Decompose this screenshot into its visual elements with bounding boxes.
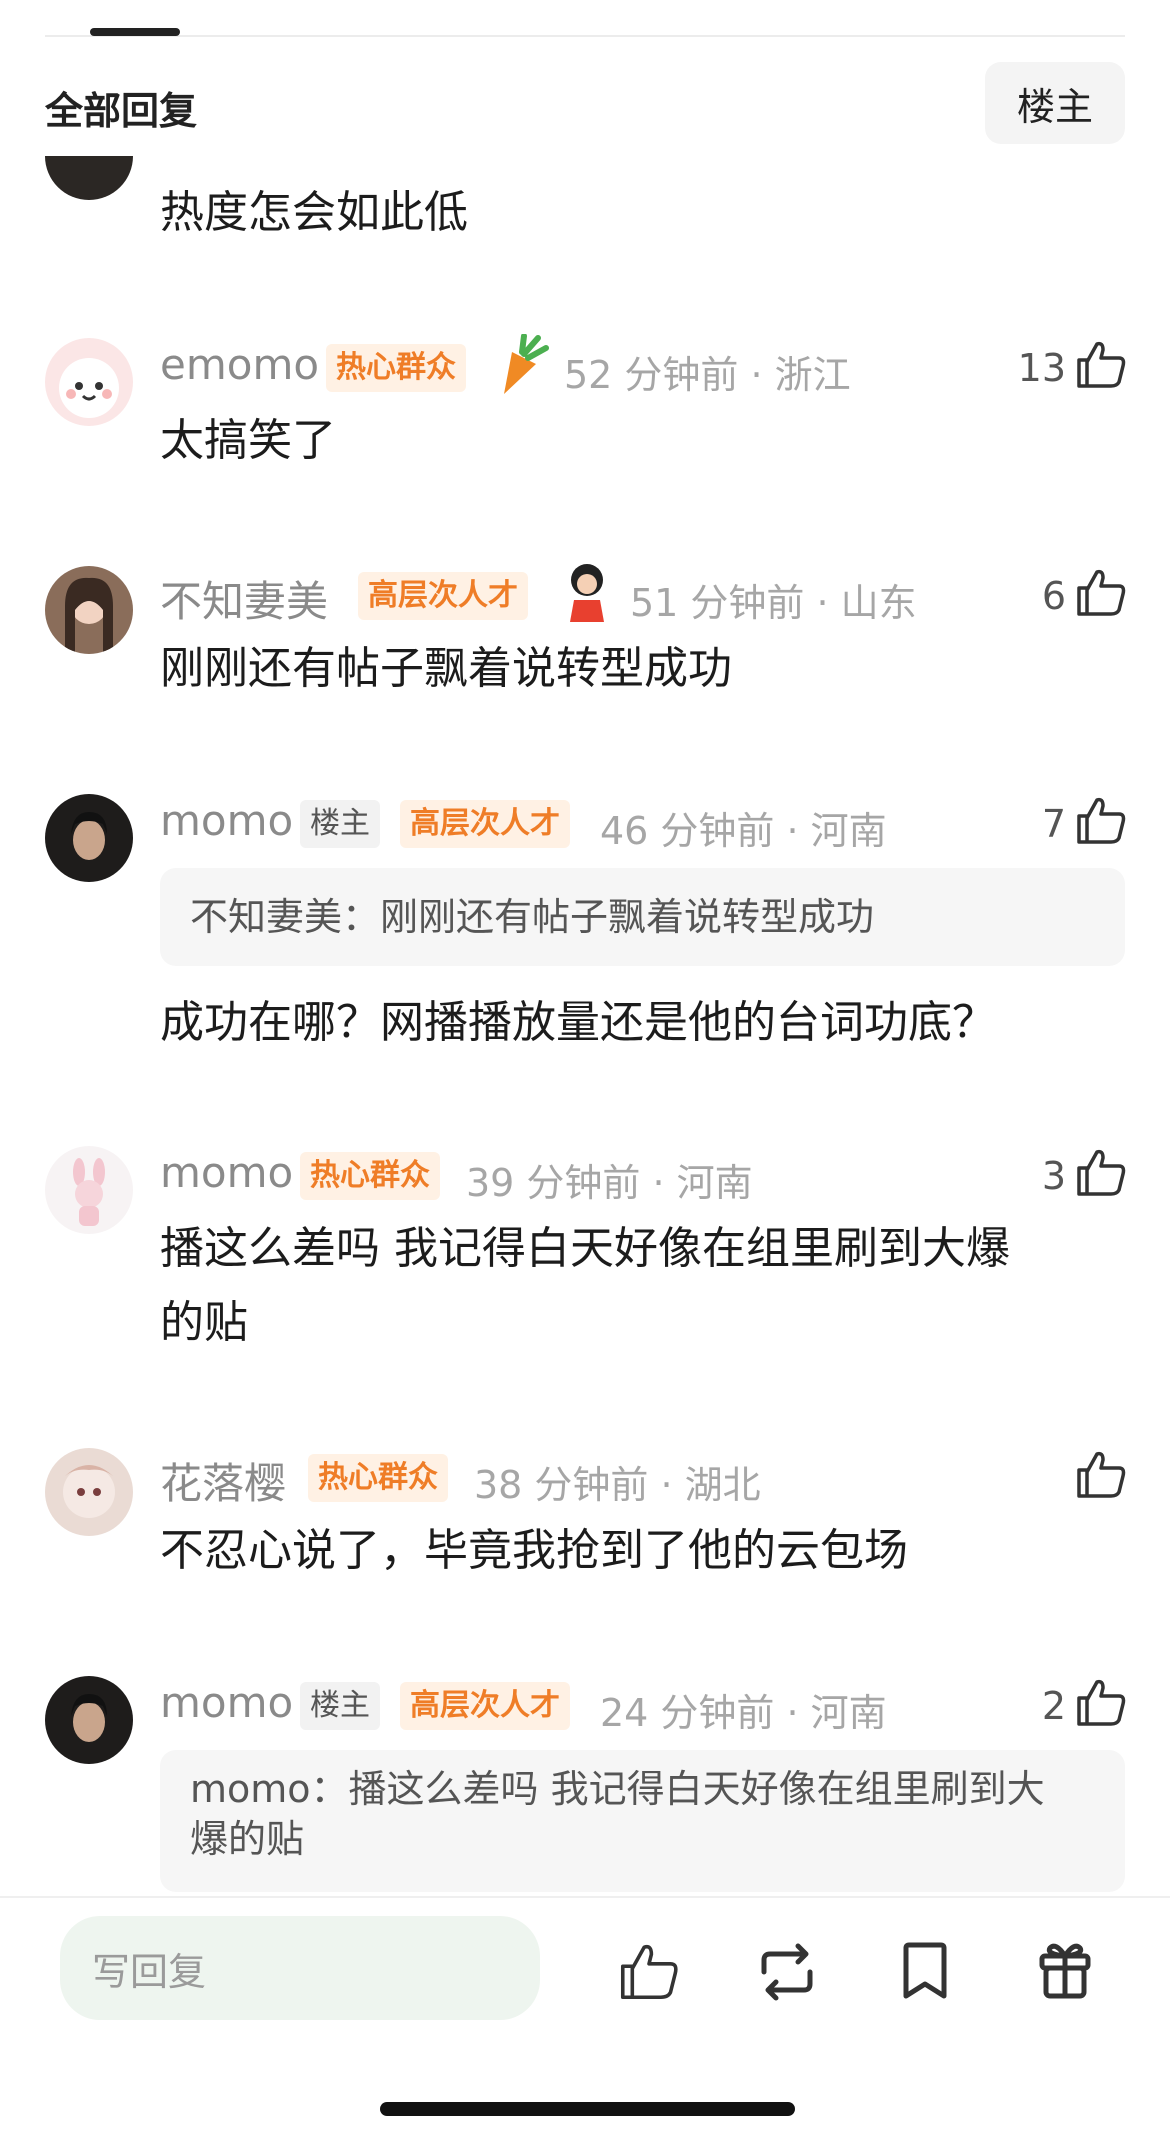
bottom-bar-divider <box>0 1896 1170 1898</box>
time-location: 46 分钟前 · 河南 <box>600 809 887 853</box>
reply-placeholder: 写回复 <box>92 1949 207 1994</box>
avatar[interactable] <box>45 794 133 882</box>
time-location: 24 分钟前 · 河南 <box>600 1691 887 1735</box>
badge: 高层次人才 <box>400 800 570 848</box>
carrot-icon <box>494 333 550 402</box>
thumb-up-icon[interactable] <box>1075 1676 1127 1728</box>
nickname[interactable]: momo <box>160 1148 293 1197</box>
comment-content: 不忍心说了，毕竟我抢到了他的云包场 <box>160 1525 908 1576</box>
time-location: 39 分钟前 · 河南 <box>466 1161 753 1205</box>
avatar[interactable] <box>45 1146 133 1234</box>
quote-text-line1: momo：播这么差吗 我记得白天好像在组里刷到大 <box>190 1767 1045 1811</box>
time-location: 52 分钟前 · 浙江 <box>564 353 851 397</box>
op-badge: 楼主 <box>300 800 380 848</box>
badge: 高层次人才 <box>400 1682 570 1730</box>
op-badge: 楼主 <box>300 1682 380 1730</box>
cartoon-figure-icon <box>562 560 612 630</box>
avatar[interactable] <box>45 1448 133 1536</box>
gift-icon[interactable] <box>1036 1938 1094 2004</box>
comment-content: 刚刚还有帖子飘着说转型成功 <box>160 643 732 694</box>
bookmark-icon[interactable] <box>900 1942 950 2004</box>
home-indicator <box>380 2102 795 2116</box>
thumb-up-icon[interactable] <box>1075 1146 1127 1198</box>
badge: 热心群众 <box>326 344 466 392</box>
op-only-filter-button[interactable]: 楼主 <box>985 62 1125 144</box>
time-location: 38 分钟前 · 湖北 <box>474 1463 761 1507</box>
thumb-up-icon[interactable] <box>618 1940 680 2006</box>
comment-content-line1: 播这么差吗 我记得白天好像在组里刷到大爆 <box>160 1223 1010 1274</box>
like-count: 6 <box>1041 574 1066 618</box>
avatar[interactable] <box>45 1676 133 1764</box>
comment-content-line2: 的贴 <box>160 1297 248 1348</box>
tab-indicator <box>90 28 180 36</box>
nickname[interactable]: 不知妻美 <box>160 568 328 629</box>
badge: 热心群众 <box>308 1454 448 1502</box>
like-count: 13 <box>1017 346 1066 390</box>
thumb-up-icon[interactable] <box>1075 566 1127 618</box>
like-count: 3 <box>1041 1154 1066 1198</box>
quoted-reply[interactable]: 不知妻美：刚刚还有帖子飘着说转型成功 <box>160 868 1125 966</box>
comment-content: 成功在哪？网播播放量还是他的台词功底？ <box>160 997 996 1048</box>
badge: 高层次人才 <box>358 572 528 620</box>
all-replies-title: 全部回复 <box>45 89 198 133</box>
reply-input[interactable]: 写回复 <box>60 1916 540 2020</box>
badge: 热心群众 <box>300 1152 440 1200</box>
comment-content: 热度怎会如此低 <box>160 187 468 238</box>
nickname[interactable]: momo <box>160 1678 293 1727</box>
nickname[interactable]: 花落樱 <box>160 1450 286 1511</box>
quote-text-line2: 爆的贴 <box>190 1817 305 1861</box>
tab-divider <box>45 35 1125 37</box>
nickname[interactable]: emomo <box>160 340 319 389</box>
like-count: 2 <box>1041 1684 1066 1728</box>
thumb-up-icon[interactable] <box>1075 338 1127 390</box>
thumb-up-icon[interactable] <box>1075 1448 1127 1500</box>
repost-icon[interactable] <box>754 1942 820 2006</box>
quoted-reply[interactable]: momo：播这么差吗 我记得白天好像在组里刷到大 爆的贴 <box>160 1750 1125 1892</box>
quote-text: 不知妻美：刚刚还有帖子飘着说转型成功 <box>190 895 875 939</box>
avatar[interactable] <box>45 338 133 426</box>
nickname[interactable]: momo <box>160 796 293 845</box>
like-count: 7 <box>1041 802 1066 846</box>
time-location: 51 分钟前 · 山东 <box>630 581 917 625</box>
comment-content: 太搞笑了 <box>160 415 336 466</box>
thumb-up-icon[interactable] <box>1075 794 1127 846</box>
avatar[interactable] <box>45 566 133 654</box>
